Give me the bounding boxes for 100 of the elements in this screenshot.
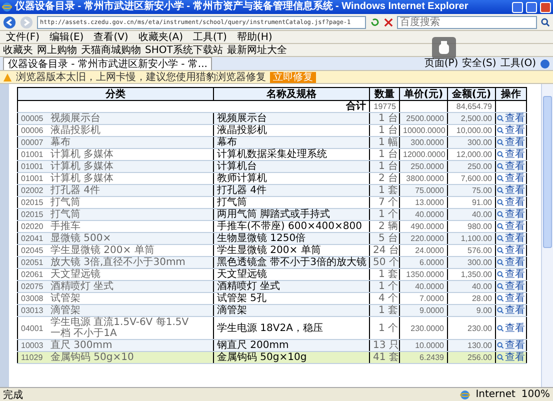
table-row[interactable]: 00006 液晶投影机 液晶投影机 1 台 10000.0000 10,000.00 查看	[18, 124, 526, 136]
table-row[interactable]: 02015 打气筒 两用气筒 脚踏式或手持式 1 个 40.0000 40.00 查看	[18, 208, 526, 220]
globe-icon	[2, 2, 12, 12]
magnifier-icon	[497, 175, 504, 182]
table-row[interactable]: 02002 打孔器 4件 打孔器 4件 1 套 75.0000 75.00 查看	[18, 184, 526, 196]
column-header: 数量	[370, 88, 400, 100]
view-link[interactable]: 查看	[497, 305, 525, 316]
amount-cell: 256.00	[448, 352, 496, 364]
favorites-item[interactable]: 最新网址大全	[226, 44, 287, 56]
command-menu[interactable]: 安全(S)	[462, 58, 496, 69]
magnifier-icon	[497, 283, 504, 290]
table-row[interactable]: 00005 视频展示台 视频展示台 1 台 2500.0000 2,500.00 查看	[18, 112, 526, 124]
magnifier-icon	[497, 127, 504, 134]
table-row[interactable]: 02051 放大镜 3倍,直径不小于30mm 黑色透镜盒 带不小于3倍的放大镜 50 个 6.0000 300.00 查看	[18, 256, 526, 268]
menu-item[interactable]: 查看(V)	[90, 32, 132, 42]
table-row[interactable]: 01001 计算机 多媒体 计算机台 1 台 250.0000 250.00 查看	[18, 160, 526, 172]
view-link[interactable]: 查看	[497, 197, 525, 208]
magnifier-icon	[497, 211, 504, 218]
magnifier-icon	[497, 324, 504, 332]
magnifier-icon	[497, 259, 504, 266]
column-header: 金额(元)	[448, 88, 496, 100]
menu-item[interactable]: 文件(F)	[3, 32, 43, 42]
table-row[interactable]: 02020 手推车 手推车(不带座) 600×400×800 2 辆 490.0000 980.00 查看	[18, 220, 526, 232]
column-header: 名称及规格	[214, 88, 370, 100]
minimize-button[interactable]	[512, 2, 523, 12]
view-link[interactable]: 查看	[497, 281, 525, 292]
view-link[interactable]: 查看	[497, 209, 525, 220]
menu-item[interactable]: 帮助(H)	[234, 32, 276, 42]
magnifier-icon	[497, 163, 504, 170]
magnifier-icon	[497, 235, 504, 242]
view-link[interactable]: 查看	[497, 185, 525, 196]
status-text: 完成	[3, 388, 24, 401]
view-link[interactable]: 查看	[497, 257, 525, 268]
favorites-item[interactable]: 天猫商城购物	[81, 44, 141, 56]
table-row[interactable]: 10003 直尺 300mm 钢直尺 200mm 13 只 10.0000 130.00 查看	[18, 340, 526, 352]
magnifier-icon	[497, 271, 504, 278]
browser-tab[interactable]: 仪器设备目录 - 常州市武进区新安小学 - 常...	[3, 57, 212, 70]
command-menu[interactable]: 页面(P)	[424, 58, 458, 69]
close-button[interactable]	[540, 2, 551, 12]
view-link[interactable]: 查看	[497, 352, 525, 363]
category-cell: 金属钩码 50g×10	[48, 352, 214, 364]
table-row[interactable]: 02015 打气筒 打气筒 7 个 13.0000 91.00 查看	[18, 196, 526, 208]
table-row[interactable]: 00007 幕布 幕布 1 幅 300.0000 300.00 查看	[18, 136, 526, 148]
menu-item[interactable]: 工具(T)	[190, 32, 230, 42]
favorites-item[interactable]: 网上购物	[37, 44, 77, 56]
magnifier-icon	[497, 295, 504, 302]
table-row[interactable]: 01001 计算机 多媒体 计算机数据采集处理系统 1 台 12000.0000 12,000.00 查看	[18, 148, 526, 160]
table-row[interactable]: 02041 显微镜 500× 生物显微镜 1250倍 5 台 220.0000 1,100.00 查看	[18, 232, 526, 244]
table-row[interactable]: 02045 学生显微镜 200× 单筒 学生显微镜 200× 单筒 24 台 24.0000 576.00 查看	[18, 244, 526, 256]
view-link[interactable]: 查看	[497, 293, 525, 304]
view-link[interactable]: 查看	[497, 137, 525, 148]
command-menu[interactable]: 工具(O)	[500, 58, 536, 69]
view-link[interactable]: 查看	[497, 340, 525, 351]
search-icon[interactable]	[541, 18, 550, 26]
magnifier-icon	[497, 342, 504, 349]
name-cell: 金属钩码 50g×10g	[214, 352, 370, 364]
security-zone: Internet	[476, 389, 516, 400]
column-header: 分类	[18, 88, 214, 100]
table-row[interactable]: 02061 天文望远镜 天文望远镜 1 套 1350.0000 1,350.00 查看	[18, 268, 526, 280]
zoom-level[interactable]: 100%	[521, 389, 550, 400]
magnifier-icon	[497, 151, 504, 158]
magnifier-icon	[497, 354, 504, 361]
close-icon[interactable]	[384, 18, 393, 26]
table-row[interactable]: 03013 滴管架 滴管架 1 套 9.0000 9.00 查看	[18, 304, 526, 316]
infobar-message: 浏览器版本太旧，上网卡慢，建议您使用猎豹浏览器修复	[16, 72, 266, 82]
price-cell: 6.2439	[400, 352, 448, 364]
magnifier-icon	[497, 307, 504, 314]
view-link[interactable]: 查看	[497, 221, 525, 232]
table-row[interactable]: 03008 试管架 试管架 5孔 4 个 7.0000 28.00 查看	[18, 292, 526, 304]
magnifier-icon	[497, 139, 504, 146]
view-link[interactable]: 查看	[497, 149, 525, 160]
maximize-button[interactable]	[526, 2, 537, 12]
scrollbar[interactable]	[541, 84, 553, 387]
refresh-icon[interactable]	[370, 17, 380, 27]
globe-icon	[460, 390, 470, 400]
table-row[interactable]: 11029 金属钩码 50g×10 金属钩码 50g×10g 41 套 6.2439 256.00 查看	[18, 352, 526, 364]
column-header: 操作	[496, 88, 526, 100]
menu-item[interactable]: 收藏夹(A)	[135, 32, 186, 42]
magnifier-icon	[497, 115, 504, 122]
view-link[interactable]: 查看	[497, 233, 525, 244]
view-link[interactable]: 查看	[497, 125, 525, 136]
code-cell: 11029	[18, 352, 48, 364]
table-row[interactable]: 01001 计算机 多媒体 教师计算机 2 台 3800.0000 7,600.00 查看	[18, 172, 526, 184]
magnifier-icon	[497, 247, 504, 254]
view-link[interactable]: 查看	[497, 245, 525, 256]
favorites-item[interactable]: SHOT系统下载站	[145, 44, 223, 56]
table-row[interactable]: 02075 酒精喷灯 坐式 酒精喷灯 坐式 1 个 40.0000 40.00 查看	[18, 280, 526, 292]
back-icon[interactable]	[3, 16, 16, 28]
view-link[interactable]: 查看	[497, 173, 525, 184]
magnifier-icon	[497, 187, 504, 194]
window-title: 仪器设备目录 - 常州市武进区新安小学 - 常州市资产与装备管理信息系统 - Windows Internet Explorer	[15, 1, 470, 13]
view-link[interactable]: 查看	[497, 113, 525, 124]
menu-item[interactable]: 编辑(E)	[46, 32, 87, 42]
magnifier-icon	[497, 223, 504, 230]
usb-overlay-icon[interactable]	[432, 37, 456, 59]
quantity-cell: 41 套	[370, 352, 400, 364]
view-link[interactable]: 查看	[497, 161, 525, 172]
column-header: 单价(元)	[400, 88, 448, 100]
view-link[interactable]: 查看	[497, 269, 525, 280]
favorites-item[interactable]: 收藏夹	[3, 44, 33, 56]
